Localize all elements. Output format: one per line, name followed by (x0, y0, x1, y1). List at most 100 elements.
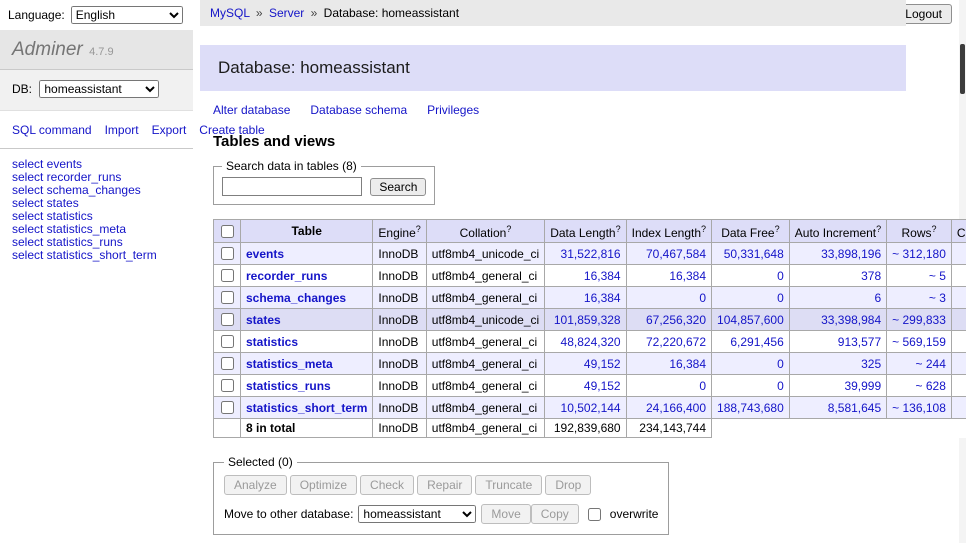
index-length-link[interactable]: 67,256,320 (646, 313, 706, 327)
column-header-engine: Engine? (373, 220, 426, 243)
sidebar-link-export[interactable]: Export (152, 123, 187, 137)
column-help-link[interactable]: ? (616, 224, 621, 234)
collation-cell: utf8mb4_general_ci (426, 287, 544, 309)
action-link-database-schema[interactable]: Database schema (310, 103, 407, 117)
sidebar-link-import[interactable]: Import (105, 123, 139, 137)
rows-count-link[interactable]: ~ 5 (929, 269, 946, 283)
sidebar-item-select-statistics-short-term[interactable]: select statistics_short_term (12, 249, 181, 262)
table-link-statistics-short-term[interactable]: statistics_short_term (246, 401, 367, 415)
adminer-logo[interactable]: Adminer (12, 39, 83, 60)
column-help-link[interactable]: ? (506, 224, 511, 234)
repair-button[interactable]: Repair (417, 475, 472, 495)
collation-cell: utf8mb4_general_ci (426, 331, 544, 353)
auto-increment-link[interactable]: 325 (861, 357, 881, 371)
table-link-recorder-runs[interactable]: recorder_runs (246, 269, 327, 283)
comment-cell (951, 397, 966, 419)
index-length-link[interactable]: 72,220,672 (646, 335, 706, 349)
table-link-events[interactable]: events (246, 247, 284, 261)
action-link-alter-database[interactable]: Alter database (213, 103, 290, 117)
truncate-button[interactable]: Truncate (475, 475, 542, 495)
index-length-link[interactable]: 24,166,400 (646, 401, 706, 415)
breadcrumb: MySQL » Server » Database: homeassistant (200, 0, 906, 26)
row-checkbox[interactable] (221, 335, 234, 348)
data-length-link[interactable]: 101,859,328 (554, 313, 621, 327)
rows-count-link[interactable]: ~ 312,180 (892, 247, 946, 261)
select-all-checkbox[interactable] (221, 225, 234, 238)
rows-count-link[interactable]: ~ 569,159 (892, 335, 946, 349)
action-link-privileges[interactable]: Privileges (427, 103, 479, 117)
row-checkbox-cell (214, 353, 241, 375)
row-checkbox[interactable] (221, 247, 234, 260)
row-checkbox[interactable] (221, 291, 234, 304)
data-length-link[interactable]: 31,522,816 (561, 247, 621, 261)
row-checkbox[interactable] (221, 313, 234, 326)
breadcrumb-link-mysql[interactable]: MySQL (210, 6, 250, 20)
table-link-statistics[interactable]: statistics (246, 335, 298, 349)
rows-count-link[interactable]: ~ 136,108 (892, 401, 946, 415)
column-header-data-free: Data Free? (712, 220, 790, 243)
rows-count-link[interactable]: ~ 3 (929, 291, 946, 305)
column-help-link[interactable]: ? (932, 224, 937, 234)
rows-count-link[interactable]: ~ 628 (916, 379, 946, 393)
overwrite-checkbox[interactable] (588, 508, 601, 521)
row-checkbox[interactable] (221, 379, 234, 392)
index-length-link[interactable]: 0 (699, 379, 706, 393)
rows-count-link[interactable]: ~ 299,833 (892, 313, 946, 327)
column-help-link[interactable]: ? (775, 224, 780, 234)
auto-increment-link[interactable]: 33,898,196 (821, 247, 881, 261)
check-button[interactable]: Check (360, 475, 414, 495)
table-name-cell: schema_changes (241, 287, 373, 309)
scrollbar-thumb[interactable] (960, 44, 965, 94)
data-free-link[interactable]: 0 (777, 291, 784, 305)
sidebar-link-sql-command[interactable]: SQL command (12, 123, 92, 137)
data-length-link[interactable]: 48,824,320 (561, 335, 621, 349)
breadcrumb-link-server[interactable]: Server (269, 6, 304, 20)
copy-button[interactable]: Copy (531, 504, 579, 524)
data-length-link[interactable]: 16,384 (584, 291, 621, 305)
index-length-link[interactable]: 70,467,584 (646, 247, 706, 261)
index-length-link[interactable]: 16,384 (669, 357, 706, 371)
column-help-link[interactable]: ? (876, 224, 881, 234)
data-length-link[interactable]: 16,384 (584, 269, 621, 283)
index-length-link[interactable]: 0 (699, 291, 706, 305)
auto-increment-link[interactable]: 39,999 (844, 379, 881, 393)
row-checkbox[interactable] (221, 401, 234, 414)
db-select[interactable]: homeassistant (39, 80, 159, 98)
auto-increment-link[interactable]: 913,577 (838, 335, 881, 349)
table-link-statistics-meta[interactable]: statistics_meta (246, 357, 333, 371)
auto-increment-link[interactable]: 6 (874, 291, 881, 305)
table-name-cell: statistics (241, 331, 373, 353)
move-button[interactable]: Move (481, 504, 530, 524)
engine-cell: InnoDB (373, 243, 426, 265)
optimize-button[interactable]: Optimize (290, 475, 357, 495)
rows-count-link[interactable]: ~ 244 (916, 357, 946, 371)
data-length-link[interactable]: 49,152 (584, 357, 621, 371)
auto-increment-link[interactable]: 33,398,984 (821, 313, 881, 327)
data-free-link[interactable]: 6,291,456 (730, 335, 783, 349)
table-link-schema-changes[interactable]: schema_changes (246, 291, 346, 305)
auto-increment-link[interactable]: 378 (861, 269, 881, 283)
data-free-link[interactable]: 0 (777, 269, 784, 283)
row-checkbox[interactable] (221, 357, 234, 370)
data-length-link[interactable]: 49,152 (584, 379, 621, 393)
table-link-statistics-runs[interactable]: statistics_runs (246, 379, 331, 393)
data-length-link[interactable]: 10,502,144 (561, 401, 621, 415)
row-checkbox[interactable] (221, 269, 234, 282)
index-length-link[interactable]: 16,384 (669, 269, 706, 283)
column-help-link[interactable]: ? (701, 224, 706, 234)
table-row: statesInnoDButf8mb4_unicode_ci101,859,32… (214, 309, 966, 331)
move-db-select[interactable]: homeassistant (358, 505, 476, 523)
data-free-link[interactable]: 188,743,680 (717, 401, 784, 415)
search-button[interactable]: Search (370, 178, 426, 196)
table-link-states[interactable]: states (246, 313, 281, 327)
data-free-link[interactable]: 0 (777, 379, 784, 393)
data-free-link[interactable]: 104,857,600 (717, 313, 784, 327)
language-select[interactable]: English (71, 6, 183, 24)
analyze-button[interactable]: Analyze (224, 475, 287, 495)
search-input[interactable] (222, 177, 362, 196)
drop-button[interactable]: Drop (545, 475, 591, 495)
data-free-link[interactable]: 0 (777, 357, 784, 371)
data-free-link[interactable]: 50,331,648 (724, 247, 784, 261)
column-help-link[interactable]: ? (416, 224, 421, 234)
auto-increment-link[interactable]: 8,581,645 (828, 401, 881, 415)
